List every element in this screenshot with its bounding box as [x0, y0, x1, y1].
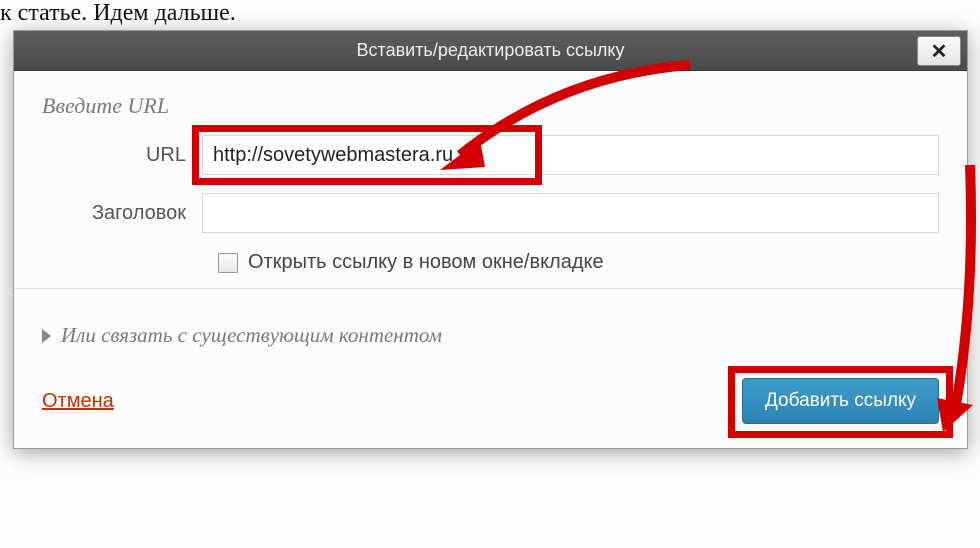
add-link-button[interactable]: Добавить ссылку — [742, 378, 939, 424]
background-text-top: к статье. Идем дальше. — [0, 0, 236, 27]
title-row: Заголовок — [42, 193, 939, 233]
link-existing-label: Или связать с существующим контентом — [61, 323, 442, 348]
dialog-body: Введите URL URL Заголовок Открыть ссылку… — [14, 71, 967, 301]
chevron-right-icon — [42, 329, 51, 343]
dialog-title: Вставить/редактировать ссылку — [357, 40, 625, 61]
dialog-footer: Отмена Добавить ссылку — [14, 358, 967, 448]
new-tab-checkbox[interactable] — [218, 253, 238, 273]
new-tab-checkbox-label: Открыть ссылку в новом окне/вкладке — [248, 251, 604, 274]
close-icon: ✕ — [931, 39, 948, 64]
url-label: URL — [42, 144, 202, 167]
divider — [14, 288, 967, 289]
url-row: URL — [42, 135, 939, 175]
enter-url-section-label: Введите URL — [42, 93, 939, 119]
link-existing-toggle[interactable]: Или связать с существующим контентом — [42, 323, 939, 348]
close-button[interactable]: ✕ — [917, 36, 961, 66]
link-existing-section: Или связать с существующим контентом — [14, 301, 967, 358]
cancel-button[interactable]: Отмена — [42, 390, 114, 413]
link-dialog: Вставить/редактировать ссылку ✕ Введите … — [13, 30, 968, 449]
new-tab-checkbox-row: Открыть ссылку в новом окне/вкладке — [218, 251, 939, 274]
title-label: Заголовок — [42, 202, 202, 225]
dialog-titlebar: Вставить/редактировать ссылку ✕ — [14, 31, 967, 71]
url-input[interactable] — [202, 135, 939, 175]
title-input[interactable] — [202, 193, 939, 233]
